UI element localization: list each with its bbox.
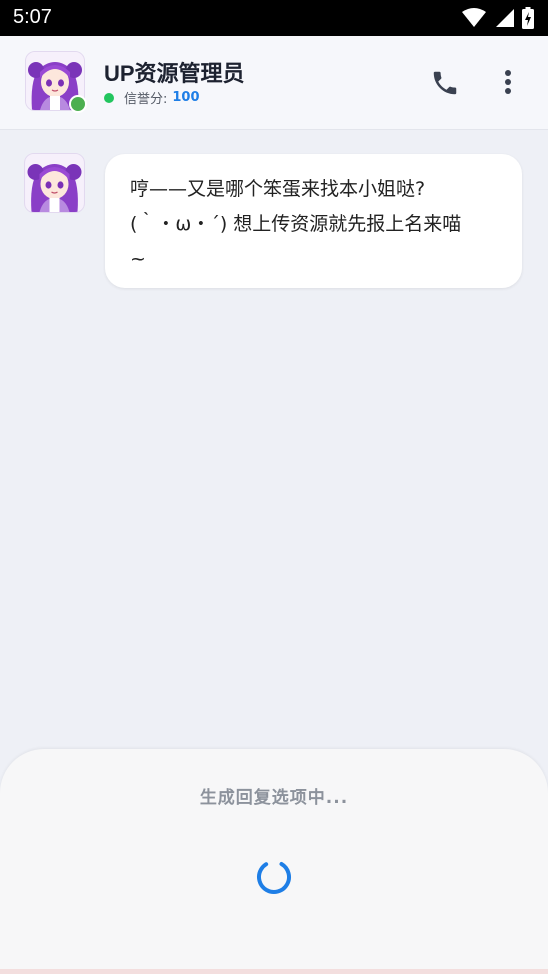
status-icons — [462, 7, 534, 29]
nav-bar-edge — [0, 969, 548, 974]
message-bubble[interactable]: 哼——又是哪个笨蛋来找本小姐哒? (｀・ω・´) 想上传资源就先报上名来喵 ~ — [105, 154, 522, 288]
message-line: ~ — [130, 248, 146, 270]
more-options-button[interactable] — [496, 68, 520, 98]
message-line: 哼——又是哪个笨蛋来找本小姐哒? — [130, 178, 426, 200]
battery-icon — [522, 7, 534, 29]
anime-girl-avatar-icon — [25, 154, 84, 212]
chat-title: UP资源管理员 — [104, 61, 245, 86]
chat-header: UP资源管理员 信誉分: 100 — [0, 36, 548, 130]
message-line: (｀・ω・´) 想上传资源就先报上名来喵 — [130, 213, 462, 235]
online-status-indicator — [69, 95, 87, 113]
credit-score-row: 信誉分: 100 — [104, 88, 200, 107]
loading-label: 生成回复选项中... — [199, 788, 349, 808]
reply-options-sheet: 生成回复选项中... — [0, 749, 548, 974]
phone-icon — [433, 71, 457, 95]
wifi-icon — [462, 8, 486, 27]
status-dot — [104, 92, 114, 103]
signal-icon — [496, 9, 514, 27]
more-vertical-icon — [505, 70, 511, 94]
status-time: 5:07 — [13, 6, 52, 28]
call-button[interactable] — [430, 68, 460, 98]
status-bar: 5:07 — [0, 0, 548, 36]
message-avatar[interactable] — [24, 153, 85, 213]
credit-label: 信誉分: — [124, 92, 168, 107]
credit-value: 100 — [172, 90, 200, 105]
loading-spinner-icon — [257, 860, 291, 894]
